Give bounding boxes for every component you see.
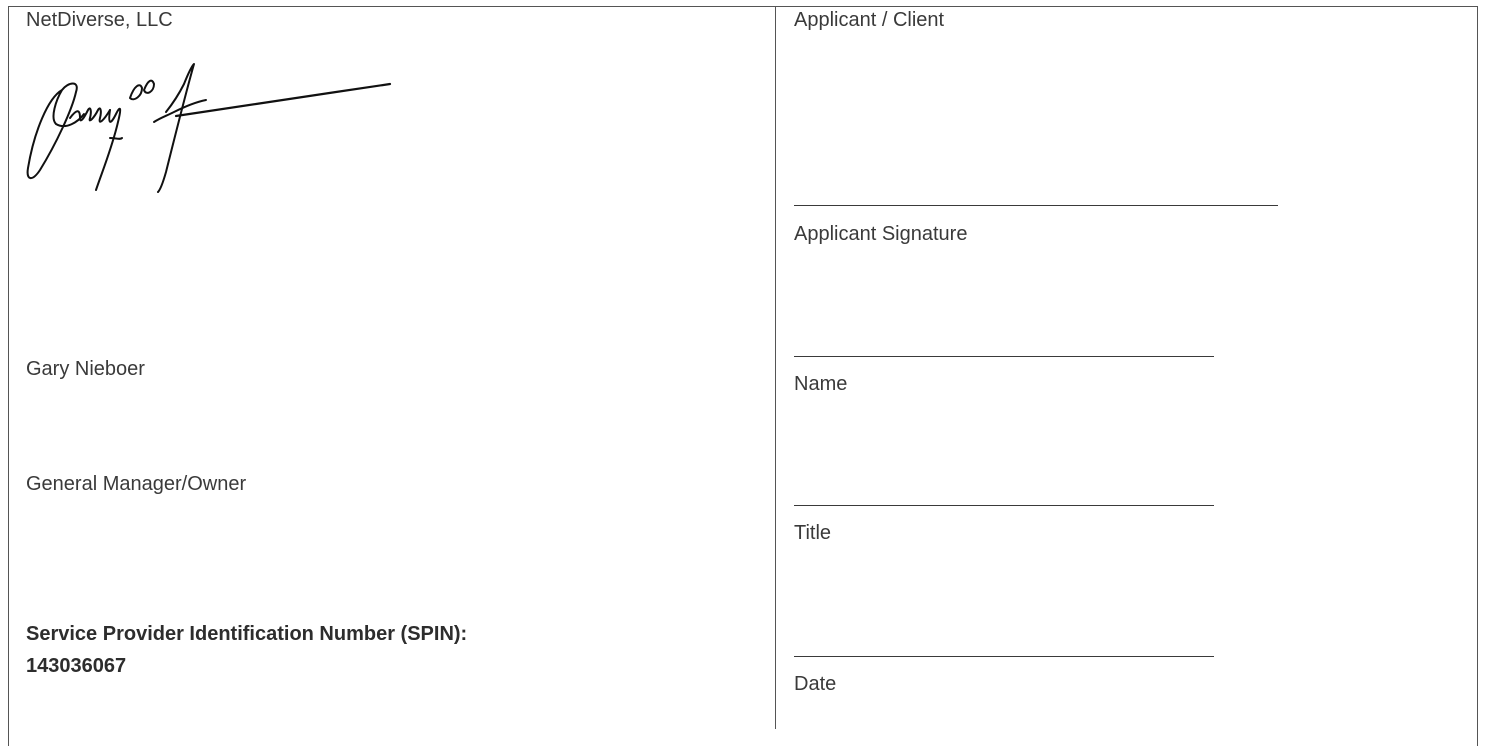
name-line[interactable] [794, 356, 1214, 357]
title-label: Title [794, 522, 832, 544]
column-divider [775, 6, 776, 729]
applicant-signature-label: Applicant Signature [794, 223, 968, 245]
date-line[interactable] [794, 656, 1214, 657]
applicant-heading: Applicant / Client [794, 9, 945, 31]
provider-title: General Manager/Owner [26, 473, 247, 495]
name-label: Name [794, 373, 848, 395]
provider-name: Gary Nieboer [26, 358, 145, 380]
provider-signature [26, 63, 392, 193]
provider-company: NetDiverse, LLC [26, 9, 173, 31]
spin-number: 143036067 [26, 655, 127, 677]
applicant-signature-line[interactable] [794, 205, 1278, 206]
title-line[interactable] [794, 505, 1214, 506]
spin-label: Service Provider Identification Number (… [26, 623, 468, 645]
signature-table: NetDiverse, LLC Gary Nieboer General Man… [0, 0, 1486, 746]
date-label: Date [794, 673, 837, 695]
